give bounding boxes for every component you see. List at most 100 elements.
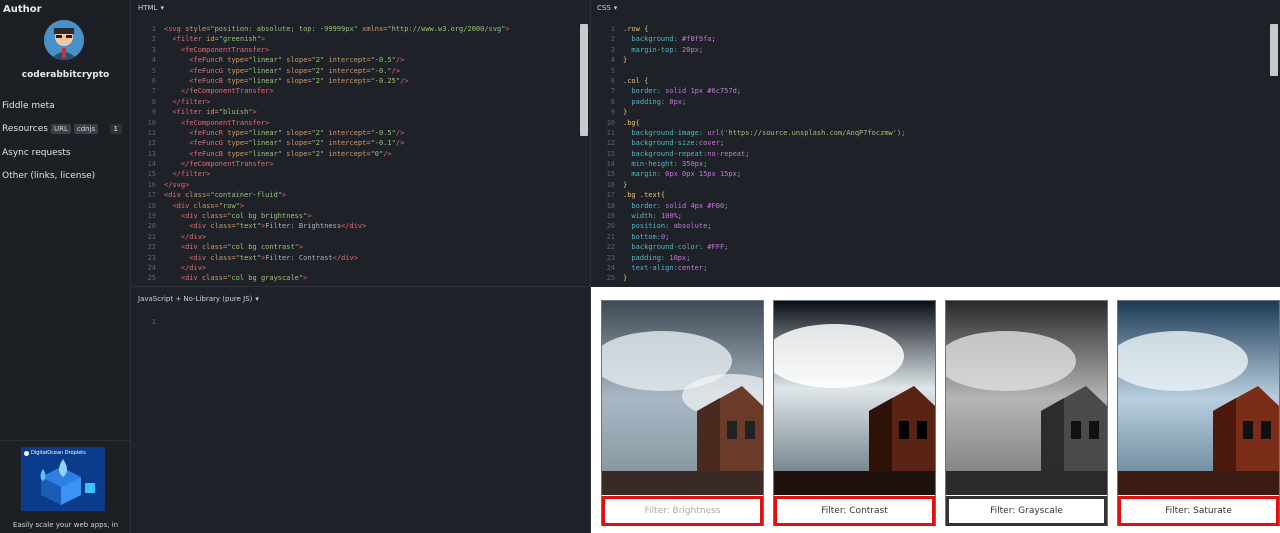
code-line[interactable]: 8 padding: 0px; bbox=[591, 97, 1280, 107]
code-text: .row { bbox=[623, 25, 649, 33]
code-text: bottom:0; bbox=[623, 232, 670, 241]
code-line[interactable]: 25} bbox=[591, 273, 1280, 283]
code-line[interactable]: 2 background: #f8f9fa; bbox=[591, 34, 1280, 44]
css-panel[interactable]: CSS ▾ 1 .row {2 background: #f8f9fa; 3 mar… bbox=[591, 0, 1280, 286]
code-line[interactable]: 3 <feComponentTransfer> bbox=[132, 45, 590, 55]
code-line[interactable]: 23 <div class="text">Filter: Contrast</d… bbox=[132, 253, 590, 263]
sidebar-item-fiddle-meta[interactable]: Fiddle meta bbox=[2, 101, 55, 111]
js-editor[interactable]: 1 bbox=[132, 317, 590, 533]
code-line[interactable]: 15 margin: 0px 0px 15px 15px; bbox=[591, 169, 1280, 179]
card-brightness: Filter: Brightness bbox=[601, 300, 764, 526]
code-line[interactable]: 11 background-image: url('https://source… bbox=[591, 128, 1280, 138]
code-text: <feComponentTransfer> bbox=[180, 118, 270, 127]
code-line[interactable]: 9 <filter id="bluish"> bbox=[132, 107, 590, 117]
code-line[interactable]: 13 background-repeat:no-repeat; bbox=[591, 149, 1280, 159]
code-line[interactable]: 22 background-color: #FFF; bbox=[591, 242, 1280, 252]
author-heading: Author bbox=[3, 4, 42, 15]
cdnjs-tag[interactable]: cdnjs bbox=[73, 124, 99, 134]
code-text: position: absolute; bbox=[623, 222, 712, 231]
code-line[interactable]: 13 <feFuncB type="linear" slope="2" inte… bbox=[132, 149, 590, 159]
code-line[interactable]: 5 bbox=[591, 66, 1280, 76]
css-editor[interactable]: 1 .row {2 background: #f8f9fa; 3 margin-to… bbox=[591, 24, 1280, 286]
line-number: 25 bbox=[147, 274, 156, 283]
code-line[interactable]: 18 <div class="row"> bbox=[132, 201, 590, 211]
result-frame[interactable]: Filter: Brightness Filter: Contrast Filt… bbox=[591, 287, 1280, 533]
code-line[interactable]: 8 </filter> bbox=[132, 97, 590, 107]
code-line[interactable]: 1 .row { bbox=[591, 24, 1280, 34]
code-line[interactable]: 2 <filter id="greenish"> bbox=[132, 34, 590, 44]
sidebar-item-resources[interactable]: Resources URL cdnjs bbox=[2, 124, 99, 134]
code-line[interactable]: 1 <svg style="position: absolute; top: -9… bbox=[132, 24, 590, 34]
caption-grayscale: Filter: Grayscale bbox=[946, 496, 1107, 526]
css-scrollbar[interactable] bbox=[1270, 24, 1278, 76]
code-line[interactable]: 6 .col { bbox=[591, 76, 1280, 86]
code-line[interactable]: 12 <feFuncG type="linear" slope="2" inte… bbox=[132, 138, 590, 148]
code-line[interactable]: 7 border: solid 1px #6c757d; bbox=[591, 86, 1280, 96]
code-line[interactable]: 14 </feComponentTransfer> bbox=[132, 159, 590, 169]
code-line[interactable]: 20 <div class="text">Filter: Brightness<… bbox=[132, 221, 590, 231]
html-panel[interactable]: HTML ▾ 1 <svg style="position: absolute; … bbox=[132, 0, 590, 286]
username[interactable]: coderabbitcrypto bbox=[0, 70, 131, 80]
code-line[interactable]: 19 width: 100%; bbox=[591, 211, 1280, 221]
line-number: 6 bbox=[610, 76, 615, 85]
code-line[interactable]: 10 <feComponentTransfer> bbox=[132, 118, 590, 128]
code-line[interactable]: 18 border: solid 4px #F00; bbox=[591, 201, 1280, 211]
code-line[interactable]: 22 <div class="col bg contrast"> bbox=[132, 242, 590, 252]
css-panel-title[interactable]: CSS ▾ bbox=[597, 4, 617, 12]
chevron-down-icon[interactable]: ▾ bbox=[255, 295, 259, 303]
code-text: <div class="container-fluid"> bbox=[164, 191, 287, 200]
code-line[interactable]: 21 </div> bbox=[132, 232, 590, 242]
code-line[interactable]: 20 position: absolute; bbox=[591, 221, 1280, 231]
ad-image[interactable]: DigitalOcean Droplets bbox=[21, 447, 105, 511]
code-line[interactable]: 10 .bg{ bbox=[591, 118, 1280, 128]
html-editor[interactable]: 1 <svg style="position: absolute; top: -9… bbox=[132, 24, 590, 286]
html-scrollbar[interactable] bbox=[580, 24, 588, 136]
code-text: padding: 10px; bbox=[623, 253, 691, 262]
js-panel-title[interactable]: JavaScript + No-Library (pure JS) ▾ bbox=[138, 295, 259, 303]
code-line[interactable]: 24 </div> bbox=[132, 263, 590, 273]
code-line[interactable]: 4} bbox=[591, 55, 1280, 65]
code-line[interactable]: 23 padding: 10px; bbox=[591, 253, 1280, 263]
url-tag[interactable]: URL bbox=[50, 124, 71, 134]
line-number: 21 bbox=[147, 232, 156, 241]
code-line[interactable]: 12 background-size:cover; bbox=[591, 138, 1280, 148]
code-text: border: solid 4px #F00; bbox=[623, 201, 729, 210]
code-line[interactable]: 19 <div class="col bg brightness"> bbox=[132, 211, 590, 221]
code-line[interactable]: 15 </filter> bbox=[132, 169, 590, 179]
line-number: 15 bbox=[606, 170, 615, 179]
code-text: <div class="col bg contrast"> bbox=[180, 243, 304, 252]
sidebar-item-other[interactable]: Other (links, license) bbox=[2, 171, 95, 181]
js-panel[interactable]: JavaScript + No-Library (pure JS) ▾ 1 bbox=[132, 287, 590, 533]
code-line[interactable]: 4 <feFuncR type="linear" slope="2" inter… bbox=[132, 55, 590, 65]
chevron-down-icon[interactable]: ▾ bbox=[614, 4, 618, 12]
code-line[interactable]: 14 min-height: 350px; bbox=[591, 159, 1280, 169]
code-line[interactable]: 16} bbox=[591, 180, 1280, 190]
code-line[interactable]: 5 <feFuncG type="linear" slope="2" inter… bbox=[132, 66, 590, 76]
code-line[interactable]: 17 .bg .text{ bbox=[591, 190, 1280, 200]
line-number: 22 bbox=[606, 243, 615, 252]
horizontal-divider[interactable] bbox=[131, 286, 591, 287]
html-panel-title[interactable]: HTML ▾ bbox=[138, 4, 164, 12]
sidebar-item-async-requests[interactable]: Async requests bbox=[2, 148, 71, 158]
line-number: 25 bbox=[606, 274, 615, 283]
code-line[interactable]: 24 text-align:center; bbox=[591, 263, 1280, 273]
sponsor-ad[interactable]: DigitalOcean Droplets Easily scale your … bbox=[0, 440, 131, 533]
avatar[interactable] bbox=[44, 20, 84, 60]
js-panel-label: JavaScript + No-Library (pure JS) bbox=[138, 295, 253, 303]
code-line[interactable]: 17 <div class="container-fluid"> bbox=[132, 190, 590, 200]
caption-contrast: Filter: Contrast bbox=[774, 496, 935, 526]
code-line[interactable]: 1 bbox=[132, 317, 590, 327]
code-line[interactable]: 16 </svg> bbox=[132, 180, 590, 190]
code-line[interactable]: 7 </feComponentTransfer> bbox=[132, 86, 590, 96]
code-text: <div class="col bg grayscale"> bbox=[180, 274, 308, 283]
line-number: 20 bbox=[606, 222, 615, 231]
code-line[interactable]: 6 <feFuncB type="linear" slope="2" inter… bbox=[132, 76, 590, 86]
code-line[interactable]: 9} bbox=[591, 107, 1280, 117]
code-text: </feComponentTransfer> bbox=[180, 87, 274, 96]
code-line[interactable]: 25 <div class="col bg grayscale"> bbox=[132, 273, 590, 283]
code-text: background-repeat:no-repeat; bbox=[623, 149, 750, 158]
code-line[interactable]: 11 <feFuncR type="linear" slope="2" inte… bbox=[132, 128, 590, 138]
code-line[interactable]: 21 bottom:0; bbox=[591, 232, 1280, 242]
code-line[interactable]: 3 margin-top: 20px; bbox=[591, 45, 1280, 55]
chevron-down-icon[interactable]: ▾ bbox=[160, 4, 164, 12]
